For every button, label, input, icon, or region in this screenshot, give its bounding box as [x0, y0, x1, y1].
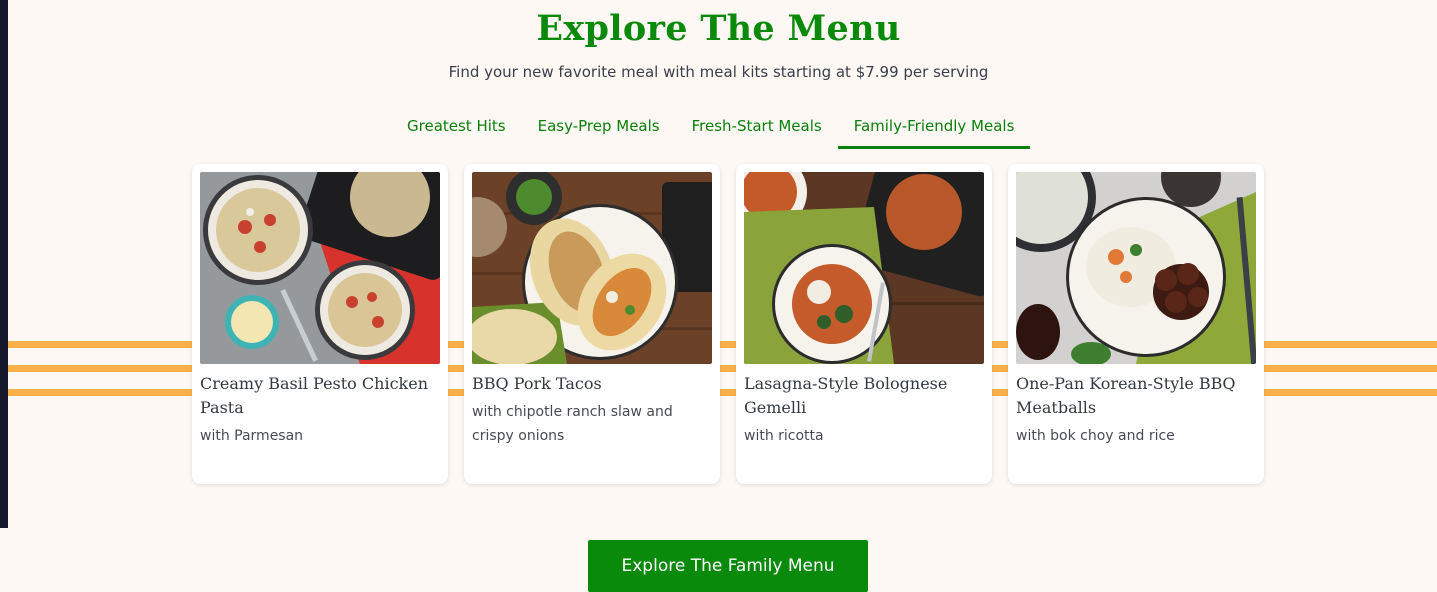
meal-cards: Creamy Basil Pesto Chicken Pasta with Pa… — [192, 164, 1264, 484]
meal-card[interactable]: BBQ Pork Tacos with chipotle ranch slaw … — [464, 164, 720, 484]
section-subtitle: Find your new favorite meal with meal ki… — [448, 63, 989, 81]
meal-photo-pesto-pasta — [200, 172, 440, 364]
tab-fresh-start-meals[interactable]: Fresh-Start Meals — [676, 113, 838, 145]
meal-title: One-Pan Korean-Style BBQ Meatballs — [1016, 374, 1236, 417]
tab-greatest-hits[interactable]: Greatest Hits — [391, 113, 522, 145]
tab-easy-prep-meals[interactable]: Easy-Prep Meals — [522, 113, 676, 145]
meal-title: Creamy Basil Pesto Chicken Pasta — [200, 374, 428, 417]
meal-card[interactable]: Creamy Basil Pesto Chicken Pasta with Pa… — [192, 164, 448, 484]
meal-card[interactable]: One-Pan Korean-Style BBQ Meatballs with … — [1008, 164, 1264, 484]
meal-subtitle: with chipotle ranch slaw and crispy onio… — [472, 404, 673, 444]
section-title: Explore The Menu — [536, 8, 901, 49]
meal-title: BBQ Pork Tacos — [472, 374, 602, 393]
menu-tabs: Greatest Hits Easy-Prep Meals Fresh-Star… — [391, 113, 1031, 150]
meal-title: Lasagna-Style Bolognese Gemelli — [744, 374, 948, 417]
meal-photo-bbq-pork-tacos — [472, 172, 712, 364]
meal-photo-bolognese-gemelli — [744, 172, 984, 364]
tab-family-friendly-meals[interactable]: Family-Friendly Meals — [837, 113, 1031, 149]
meal-subtitle: with Parmesan — [200, 428, 304, 444]
meal-photo-korean-bbq-meatballs — [1016, 172, 1256, 364]
meal-subtitle: with bok choy and rice — [1016, 428, 1175, 444]
meal-subtitle: with ricotta — [744, 428, 824, 444]
explore-family-menu-button[interactable]: Explore The Family Menu — [588, 540, 868, 592]
meal-card[interactable]: Lasagna-Style Bolognese Gemelli with ric… — [736, 164, 992, 484]
